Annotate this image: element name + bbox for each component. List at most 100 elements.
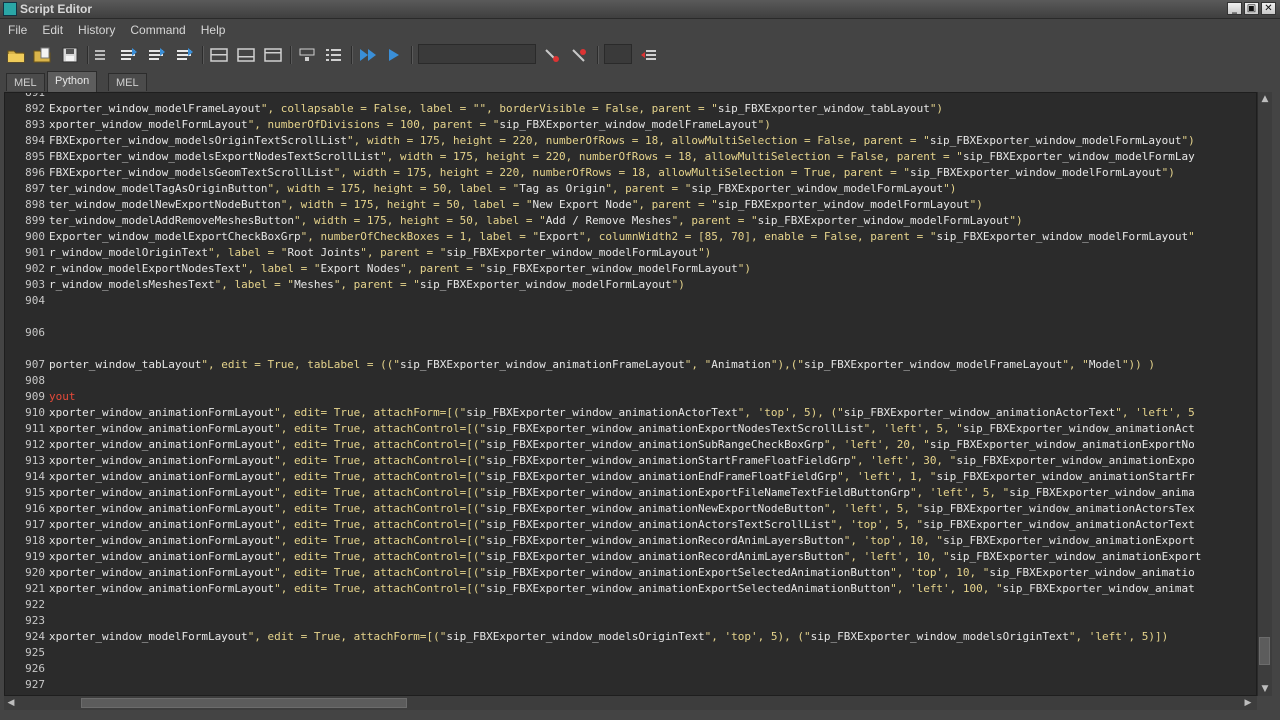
line-numbers-icon[interactable]	[118, 44, 140, 66]
line-number: 902	[25, 262, 45, 275]
line-number: 892	[25, 102, 45, 115]
line-number: 912	[25, 438, 45, 451]
line-number: 896	[25, 166, 45, 179]
menu-command[interactable]: Command	[122, 23, 192, 37]
menu-history[interactable]: History	[70, 23, 122, 37]
line-number: 919	[25, 550, 45, 563]
source-script-icon[interactable]	[31, 44, 53, 66]
save-script-icon[interactable]	[59, 44, 81, 66]
echo-all-icon[interactable]	[92, 44, 108, 66]
code-text: xporter_window_animationFormLayout", edi…	[49, 454, 1195, 467]
line-number: 900	[25, 230, 45, 243]
line-number: 914	[25, 470, 45, 483]
tab-python[interactable]: Python	[47, 71, 98, 92]
close-button[interactable]: ✕	[1261, 2, 1276, 15]
line-number: 921	[25, 582, 45, 595]
history-only-icon[interactable]	[235, 44, 257, 66]
clear-input-icon[interactable]	[323, 44, 345, 66]
search-clear-icon[interactable]	[568, 44, 590, 66]
scroll-left-icon[interactable]: ◀	[4, 696, 18, 710]
execute-all-icon[interactable]	[357, 44, 379, 66]
menu-help[interactable]: Help	[193, 23, 233, 37]
line-number: 924	[25, 630, 45, 643]
line-number: 899	[25, 214, 45, 227]
execute-icon[interactable]	[383, 44, 405, 66]
maya-app-icon	[3, 2, 17, 16]
code-text: FBXExporter_window_modelsExportNodesText…	[49, 150, 1195, 163]
line-number: 908	[25, 374, 45, 387]
line-number: 926	[25, 662, 45, 675]
minimize-button[interactable]: _	[1227, 2, 1242, 15]
line-number: 915	[25, 486, 45, 499]
code-text: r_window_modelExportNodesText", label = …	[49, 262, 752, 275]
line-number: 910	[25, 406, 45, 419]
toolbar	[0, 40, 1280, 70]
code-text: xporter_window_animationFormLayout", edi…	[49, 566, 1195, 579]
code-text: xporter_window_animationFormLayout", edi…	[49, 582, 1195, 595]
line-number: 917	[25, 518, 45, 531]
menu-edit[interactable]: Edit	[34, 23, 70, 37]
search-icon[interactable]	[541, 44, 563, 66]
line-number: 904	[25, 294, 45, 307]
tab-mel-2[interactable]: MEL	[108, 73, 147, 91]
code-text: ter_window_modelAddRemoveMeshesButton", …	[49, 214, 1023, 227]
line-number: 927	[25, 678, 45, 691]
line-number: 925	[25, 646, 45, 659]
line-number: 906	[25, 326, 45, 339]
line-number: 911	[25, 422, 45, 435]
scroll-right-icon[interactable]: ▶	[1241, 696, 1255, 710]
line-number: 898	[25, 198, 45, 211]
code-text: xporter_window_animationFormLayout", edi…	[49, 422, 1195, 435]
code-text: Exporter_window_modelExportCheckBoxGrp",…	[49, 230, 1195, 243]
line-number: 920	[25, 566, 45, 579]
horizontal-scrollbar[interactable]: ◀ ▶	[4, 696, 1257, 710]
line-number: 903	[25, 278, 45, 291]
show-input-icon[interactable]	[174, 44, 196, 66]
title-bar: Script Editor _ ▣ ✕	[0, 0, 1280, 19]
code-text: r_window_modelsMeshesText", label = "Mes…	[49, 278, 685, 291]
line-number: 913	[25, 454, 45, 467]
code-text: xporter_window_animationFormLayout", edi…	[49, 406, 1195, 419]
scroll-down-icon[interactable]: ▼	[1258, 682, 1272, 696]
line-number: 922	[25, 598, 45, 611]
script-tabs: MEL Python MEL	[0, 70, 1280, 92]
code-text: ter_window_modelTagAsOriginButton", widt…	[49, 182, 957, 195]
code-text: xporter_window_modelFormLayout", numberO…	[49, 118, 771, 131]
input-only-icon[interactable]	[262, 44, 284, 66]
code-text: xporter_window_animationFormLayout", edi…	[49, 438, 1195, 451]
line-number: 901	[25, 246, 45, 259]
line-number: 895	[25, 150, 45, 163]
vertical-scroll-thumb[interactable]	[1259, 637, 1270, 665]
show-history-icon[interactable]	[146, 44, 168, 66]
code-text: xporter_window_animationFormLayout", edi…	[49, 486, 1195, 499]
open-script-icon[interactable]	[5, 44, 27, 66]
menu-file[interactable]: File	[0, 23, 34, 37]
line-number: 923	[25, 614, 45, 627]
line-number: 893	[25, 118, 45, 131]
goto-line-icon[interactable]	[638, 44, 660, 66]
code-text: xporter_window_animationFormLayout", edi…	[49, 518, 1195, 531]
line-number: 918	[25, 534, 45, 547]
line-number: 891	[25, 92, 45, 99]
code-text: xporter_window_animationFormLayout", edi…	[49, 470, 1195, 483]
status-strip	[0, 710, 1280, 720]
maximize-button[interactable]: ▣	[1244, 2, 1259, 15]
code-text: FBXExporter_window_modelsOriginTextScrol…	[49, 134, 1195, 147]
code-text: yout	[49, 390, 76, 403]
vertical-scrollbar[interactable]: ▲ ▼	[1257, 92, 1272, 696]
code-editor[interactable]: 891 892 Exporter_window_modelFrameLayout",…	[4, 92, 1257, 696]
scroll-up-icon[interactable]: ▲	[1258, 92, 1272, 106]
tab-mel-1[interactable]: MEL	[6, 73, 45, 91]
code-text: xporter_window_animationFormLayout", edi…	[49, 502, 1195, 515]
code-text: FBXExporter_window_modelsGeomTextScrollL…	[49, 166, 1175, 179]
menu-bar: File Edit History Command Help	[0, 19, 1280, 40]
goto-line-field[interactable]	[604, 44, 632, 64]
search-field[interactable]	[418, 44, 536, 64]
clear-history-icon[interactable]	[296, 44, 318, 66]
window-title: Script Editor	[20, 2, 93, 16]
line-number: 909	[25, 390, 45, 403]
horizontal-scroll-thumb[interactable]	[81, 698, 407, 708]
line-number: 897	[25, 182, 45, 195]
show-both-icon[interactable]	[208, 44, 230, 66]
code-text: xporter_window_modelFormLayout", edit = …	[49, 630, 1169, 643]
